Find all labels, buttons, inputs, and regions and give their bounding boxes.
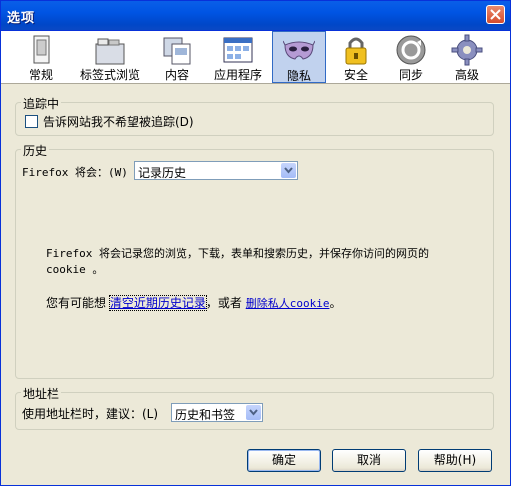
suggest-label: 使用地址栏时，建议：(L): [22, 407, 159, 421]
tab-advanced[interactable]: 高级: [443, 31, 491, 83]
history-description: Firefox 将会记录您的浏览，下载，表单和搜索历史，并保存你访问的网页的: [46, 247, 429, 260]
tab-content-label: 内容: [164, 68, 189, 82]
tab-privacy-label: 隐私: [286, 69, 311, 83]
history-mode-value: 记录历史: [138, 166, 187, 180]
dnt-label[interactable]: 告诉网站我不希望被追踪(D): [43, 113, 194, 130]
suggest-select[interactable]: 历史和书签: [171, 403, 263, 422]
window-title: 选项: [7, 11, 36, 26]
preference-pane-toolbar: 常规 标签式浏览 内容 应用程序 隐私 安全 同步 高级: [1, 31, 510, 84]
suggest-dropdown[interactable]: [246, 405, 261, 420]
tab-privacy[interactable]: 隐私: [272, 31, 326, 83]
tab-content[interactable]: 内容: [155, 31, 199, 83]
or-text: ，或者: [205, 296, 242, 310]
options-dialog: 选项 常规 标签式浏览 内容 应用程序 隐私 安全 同步 高级 追踪中 告诉网站…: [0, 0, 511, 486]
suggest-value: 历史和书签: [175, 408, 236, 422]
ok-button[interactable]: 确定: [247, 449, 321, 472]
history-description-cont: cookie 。: [46, 263, 104, 276]
tab-sync[interactable]: 同步: [387, 31, 435, 83]
history-mode-label: Firefox 将会：(W): [22, 166, 128, 179]
locationbar-group: 地址栏 使用地址栏时，建议：(L) 历史和书签: [15, 385, 494, 430]
dnt-checkbox[interactable]: [25, 115, 38, 128]
tab-security[interactable]: 安全: [332, 31, 380, 83]
locationbar-title: 地址栏: [21, 385, 62, 402]
remove-cookies-link[interactable]: 删除私人cookie: [246, 297, 330, 310]
history-mode-dropdown[interactable]: [281, 163, 296, 178]
general-icon: [33, 35, 50, 64]
lock-icon: [345, 37, 367, 65]
tab-advanced-label: 高级: [454, 68, 479, 82]
end-punct: 。: [329, 296, 342, 310]
tab-applications-label: 应用程序: [213, 68, 262, 82]
clear-history-link[interactable]: 清空近期历史记录: [108, 295, 207, 311]
tab-applications[interactable]: 应用程序: [209, 31, 267, 83]
tab-general[interactable]: 常规: [17, 31, 65, 83]
tracking-title: 追踪中: [21, 95, 62, 112]
title-bar[interactable]: 选项: [1, 1, 510, 31]
tab-sync-label: 同步: [398, 68, 423, 82]
content-icon: [163, 37, 191, 65]
tab-tabs[interactable]: 标签式浏览: [75, 31, 145, 83]
history-mode-select[interactable]: 记录历史: [134, 161, 298, 180]
chevron-down-icon: [249, 409, 258, 416]
history-title: 历史: [21, 142, 50, 159]
history-suggestion: 您有可能想 清空近期历史记录，或者 删除私人cookie。: [46, 294, 341, 311]
tab-tabs-label: 标签式浏览: [79, 68, 140, 82]
privacy-mask-icon: [283, 40, 315, 60]
chevron-down-icon: [284, 167, 293, 174]
tab-security-label: 安全: [343, 68, 368, 82]
tabs-icon: [95, 38, 125, 65]
close-icon: [490, 9, 501, 20]
sync-icon: [396, 35, 426, 65]
cancel-button[interactable]: 取消: [332, 449, 406, 472]
history-group: 历史 Firefox 将会：(W) 记录历史 Firefox 将会记录您的浏览，…: [15, 142, 494, 379]
applications-icon: [223, 37, 253, 63]
tab-general-label: 常规: [28, 68, 53, 82]
help-button[interactable]: 帮助(H): [418, 449, 492, 472]
maybe-prefix: 您有可能想: [46, 296, 107, 310]
close-button[interactable]: [486, 5, 505, 24]
gear-icon: [451, 34, 483, 66]
tracking-group: 追踪中 告诉网站我不希望被追踪(D): [15, 95, 494, 136]
